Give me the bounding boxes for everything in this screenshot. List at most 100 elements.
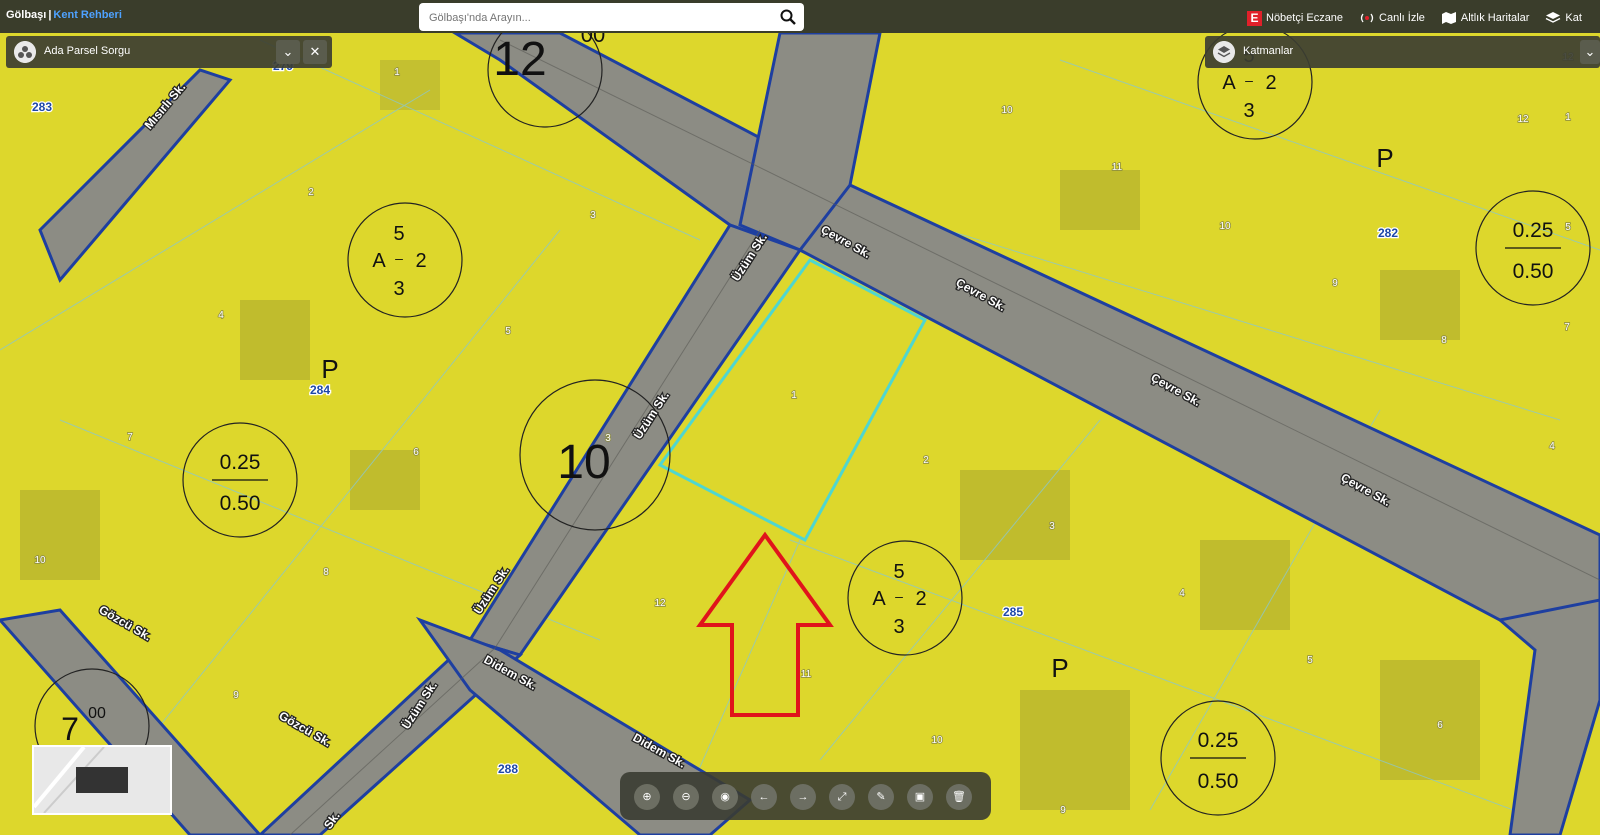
far-code: A: [372, 250, 386, 272]
back-button[interactable]: ←: [751, 784, 777, 810]
sheet-number: 00: [88, 705, 106, 722]
parcel-number: 4: [1549, 441, 1555, 452]
collapse-panel-button[interactable]: ⌄: [276, 40, 300, 64]
parcel-number: 1: [1565, 112, 1571, 123]
parcel-query-icon: [14, 41, 36, 63]
search-icon[interactable]: [779, 8, 797, 26]
parcel-number: 8: [1441, 335, 1447, 346]
block-number: 283: [32, 100, 52, 114]
locate-icon: ◉: [720, 791, 730, 803]
brand-separator: |: [48, 9, 52, 21]
pharmacy-e-icon: E: [1247, 10, 1262, 26]
parcel-number: 9: [1060, 805, 1066, 816]
ratio-numerator: 0.25: [1513, 219, 1554, 242]
parcel-number: 11: [1112, 162, 1123, 173]
ratio-numerator: 0.25: [1198, 729, 1239, 752]
zoning-map[interactable]: Çevre Sk.Çevre Sk.Çevre Sk.Çevre Sk.Üzüm…: [0, 0, 1600, 835]
expand-icon: ⤢: [837, 791, 847, 803]
parcel-number: 3: [1049, 521, 1055, 532]
edit-button[interactable]: ▣: [907, 784, 933, 810]
base-maps-link[interactable]: Altlık Haritalar: [1441, 9, 1529, 27]
far-dash: –: [895, 588, 903, 604]
layers-panel-title: Katmanlar: [1243, 45, 1294, 57]
brand-name: Gölbaşı: [6, 9, 47, 21]
sheet-number: 10: [557, 436, 610, 489]
sheet-number: 12: [493, 33, 546, 86]
top-links: E Nöbetçi Eczane Canlı İzle Altlık Harit…: [1247, 9, 1582, 27]
live-link[interactable]: Canlı İzle: [1359, 9, 1425, 27]
parcel-number: 5: [505, 326, 511, 337]
parcel-number: 10: [931, 735, 943, 746]
block-number: 285: [1003, 605, 1023, 619]
parcel-number: 12: [654, 598, 666, 609]
parcel-number: 3: [590, 210, 596, 221]
measure-button[interactable]: ✎: [868, 784, 894, 810]
base-map-icon: [1441, 12, 1456, 24]
zoom-in-icon: ⊕: [642, 791, 652, 803]
sheet-number: 7: [61, 711, 79, 747]
parcel-number: 7: [1564, 322, 1570, 333]
parcel-number: 6: [413, 447, 419, 458]
ruler-icon: ✎: [876, 791, 886, 803]
close-icon: ✕: [309, 44, 321, 59]
live-broadcast-icon: [1360, 13, 1374, 23]
parcel-number: 6: [1437, 720, 1443, 731]
zoom-in-button[interactable]: ⊕: [634, 784, 660, 810]
live-label: Canlı İzle: [1379, 12, 1425, 24]
ratio-denominator: 0.50: [1513, 260, 1554, 283]
parcel-number: 12: [1517, 114, 1529, 125]
far-dash: –: [395, 250, 403, 266]
pharmacy-link[interactable]: E Nöbetçi Eczane: [1247, 9, 1343, 27]
zone-letter: P: [321, 354, 338, 384]
minimap-graphic: [32, 745, 128, 814]
parcel-number: 9: [233, 690, 239, 701]
clear-button[interactable]: 🗑: [946, 784, 972, 810]
locate-button[interactable]: ◉: [712, 784, 738, 810]
layers-icon: [1546, 12, 1561, 23]
base-maps-label: Altlık Haritalar: [1460, 12, 1530, 24]
zone-letter: P: [1376, 143, 1393, 173]
arrow-right-icon: →: [797, 791, 809, 803]
far-upper: 5: [893, 561, 904, 583]
parcel-query-title: Ada Parsel Sorgu: [44, 45, 131, 57]
zoom-out-icon: ⊖: [681, 791, 691, 803]
parcel-number: 10: [1001, 105, 1013, 116]
edit-icon: ▣: [914, 791, 926, 803]
pharmacy-label: Nöbetçi Eczane: [1266, 12, 1344, 24]
zoom-out-button[interactable]: ⊖: [673, 784, 699, 810]
parcel-number: 9: [1332, 278, 1338, 289]
layers-panel: Katmanlar ⌄: [1205, 36, 1600, 68]
arrow-left-icon: ←: [758, 791, 770, 803]
chevron-down-icon: ⌄: [282, 44, 294, 59]
far-lower: 3: [893, 616, 904, 638]
forward-button[interactable]: →: [790, 784, 816, 810]
search-input[interactable]: [427, 7, 771, 29]
map-toolbar: ⊕ ⊖ ◉ ← → ⤢ ✎ ▣ 🗑: [620, 772, 991, 820]
brand-logo[interactable]: Gölbaşı | Kent Rehberi: [6, 9, 122, 21]
layers-panel-icon: [1213, 41, 1235, 63]
layers-link[interactable]: Kat: [1545, 9, 1582, 27]
far-code: A: [872, 588, 886, 610]
full-extent-button[interactable]: ⤢: [829, 784, 855, 810]
parcel-number: 4: [1179, 588, 1185, 599]
close-panel-button[interactable]: ✕: [303, 40, 327, 64]
parcel-number: 2: [923, 455, 929, 466]
block-number: 284: [310, 383, 330, 397]
parcel-number: 10: [1219, 221, 1231, 232]
parcel-number: 2: [308, 187, 314, 198]
far-lower: 3: [393, 278, 404, 300]
overview-minimap[interactable]: [32, 745, 172, 815]
ratio-denominator: 0.50: [220, 492, 261, 515]
parcel-number: 10: [34, 555, 46, 566]
far-mid: 2: [915, 588, 926, 610]
parcel-number: 4: [218, 310, 224, 321]
brand-subtitle: Kent Rehberi: [53, 9, 122, 21]
chevron-down-icon: ⌄: [1584, 44, 1596, 59]
top-bar: Gölbaşı|Kent Rehberi E Nöbetçi Eczane Ca…: [0, 0, 1600, 33]
parcel-number: 8: [323, 567, 329, 578]
layers-panel-toggle[interactable]: ⌄: [1580, 40, 1600, 64]
far-code: A: [1222, 72, 1236, 94]
ratio-numerator: 0.25: [220, 451, 261, 474]
zone-letter: P: [1051, 653, 1068, 683]
parcel-number: 1: [394, 67, 400, 78]
